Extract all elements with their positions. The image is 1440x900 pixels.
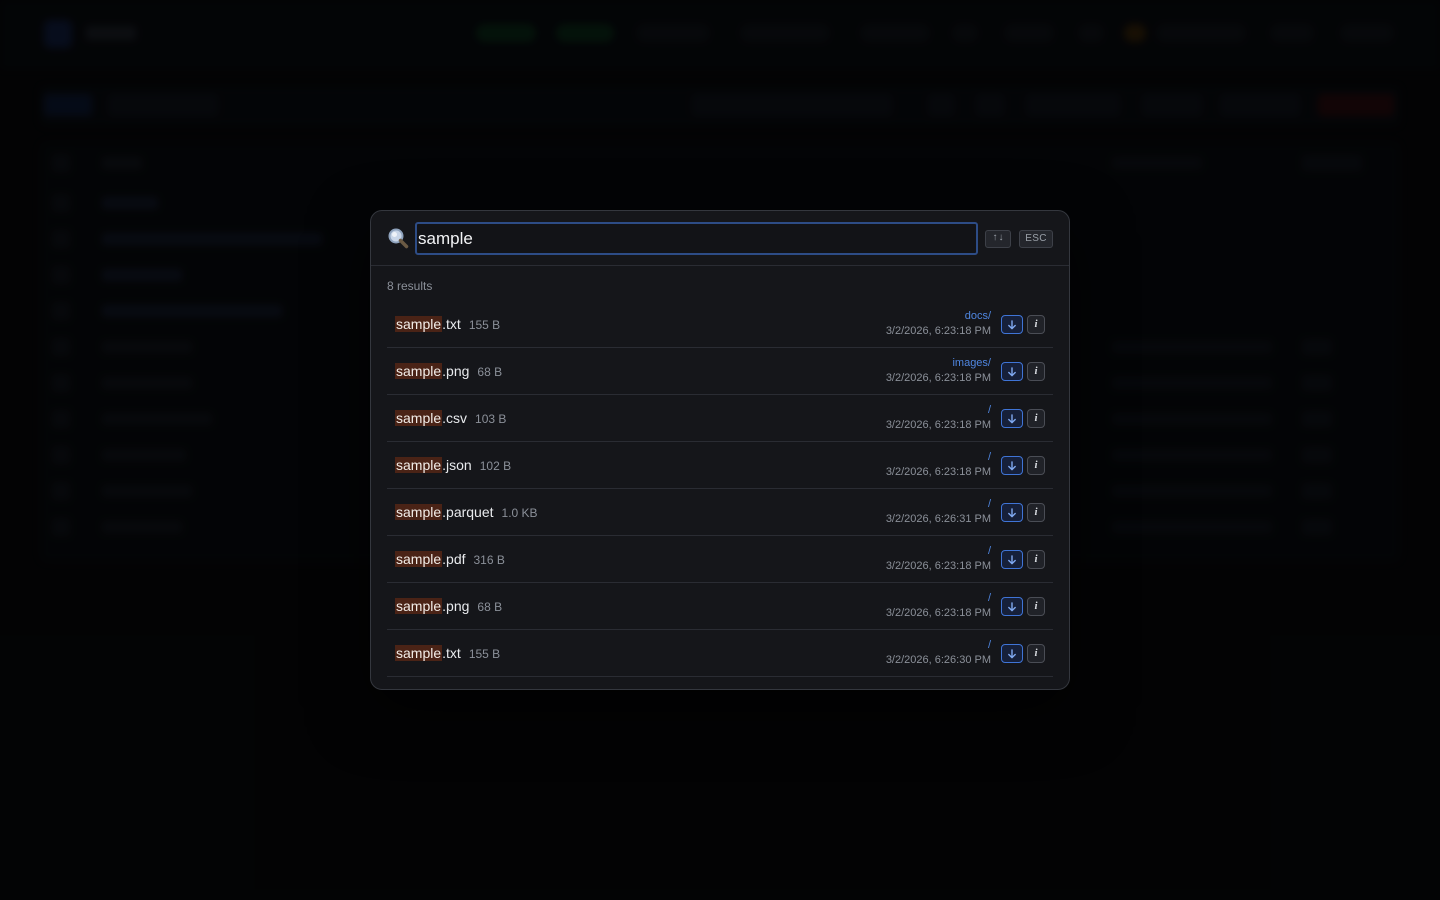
folder-path-link[interactable]: images/ bbox=[952, 357, 991, 369]
download-button[interactable] bbox=[1001, 315, 1023, 334]
filename-rest: .txt bbox=[442, 316, 461, 332]
match-highlight: sample bbox=[395, 410, 443, 426]
result-filename[interactable]: sample.png 68 B bbox=[395, 363, 502, 379]
search-icon bbox=[387, 227, 409, 249]
folder-path-link[interactable]: / bbox=[988, 451, 991, 463]
folder-path-link[interactable]: / bbox=[988, 545, 991, 557]
info-button[interactable]: i bbox=[1027, 644, 1045, 663]
match-highlight: sample bbox=[395, 504, 443, 520]
file-size: 102 B bbox=[479, 459, 512, 473]
search-input[interactable] bbox=[415, 222, 978, 255]
results-list: sample.txt 155 Bdocs/3/2/2026, 6:23:18 PM… bbox=[387, 301, 1053, 677]
download-icon bbox=[1008, 413, 1016, 423]
modified-date: 3/2/2026, 6:26:31 PM bbox=[885, 513, 991, 525]
result-filename[interactable]: sample.parquet 1.0 KB bbox=[395, 504, 538, 520]
file-size: 1.0 KB bbox=[501, 506, 538, 520]
result-filename[interactable]: sample.csv 103 B bbox=[395, 410, 506, 426]
download-button[interactable] bbox=[1001, 456, 1023, 475]
escape-key-hint[interactable]: ESC bbox=[1019, 230, 1053, 248]
result-filename[interactable]: sample.png 68 B bbox=[395, 598, 502, 614]
result-row[interactable]: sample.png 68 B / 3/2/2026, 6:23:18 PM i bbox=[387, 583, 1053, 630]
info-icon: i bbox=[1034, 506, 1038, 518]
results-count: 8 results bbox=[387, 279, 432, 293]
info-icon: i bbox=[1034, 647, 1038, 659]
match-highlight: sample bbox=[395, 645, 443, 661]
file-size: 155 B bbox=[468, 318, 501, 332]
folder-path-link[interactable]: / bbox=[988, 498, 991, 510]
match-highlight: sample bbox=[395, 598, 443, 614]
info-button[interactable]: i bbox=[1027, 362, 1045, 381]
match-highlight: sample bbox=[395, 551, 443, 567]
info-button[interactable]: i bbox=[1027, 550, 1045, 569]
info-icon: i bbox=[1034, 459, 1038, 471]
download-button[interactable] bbox=[1001, 597, 1023, 616]
file-size: 68 B bbox=[477, 365, 503, 379]
result-row[interactable]: sample.parquet 1.0 KB / 3/2/2026, 6:26:31 P… bbox=[387, 489, 1053, 536]
download-button[interactable] bbox=[1001, 550, 1023, 569]
search-dialog: ↑↓ ESC 8 results sample.txt155 Bdocs/3/2… bbox=[370, 210, 1070, 690]
result-row[interactable]: sample.csv 103 B / 3/2/2026, 6:23:18 PM i bbox=[387, 395, 1053, 442]
download-button[interactable] bbox=[1001, 409, 1023, 428]
modified-date: 3/2/2026, 6:23:18 PM bbox=[885, 372, 991, 384]
modified-date: 3/2/2026, 6:23:18 PM bbox=[885, 419, 991, 431]
file-size: 68 B bbox=[477, 600, 503, 614]
info-button[interactable]: i bbox=[1027, 503, 1045, 522]
filename-rest: .pdf bbox=[442, 551, 466, 567]
folder-path-link[interactable]: / bbox=[988, 592, 991, 604]
info-button[interactable]: i bbox=[1027, 456, 1045, 475]
result-filename[interactable]: sample.pdf 316 B bbox=[395, 551, 505, 567]
result-row[interactable]: sample.pdf 316 B / 3/2/2026, 6:23:18 PM i bbox=[387, 536, 1053, 583]
modified-date: 3/2/2026, 6:23:18 PM bbox=[885, 560, 991, 572]
download-icon bbox=[1008, 601, 1016, 611]
info-button[interactable]: i bbox=[1027, 315, 1045, 334]
filename-rest: .png bbox=[442, 363, 470, 379]
info-icon: i bbox=[1034, 553, 1038, 565]
download-icon bbox=[1008, 319, 1016, 329]
info-icon: i bbox=[1034, 318, 1038, 330]
info-icon: i bbox=[1034, 412, 1038, 424]
result-row[interactable]: sample.json 102 B / 3/2/2026, 6:23:18 PM i bbox=[387, 442, 1053, 489]
download-icon bbox=[1008, 366, 1016, 376]
modified-date: 3/2/2026, 6:23:18 PM bbox=[885, 325, 991, 337]
match-highlight: sample bbox=[395, 363, 443, 379]
info-icon: i bbox=[1034, 600, 1038, 612]
download-icon bbox=[1008, 507, 1016, 517]
search-bar: ↑↓ ESC bbox=[371, 211, 1069, 266]
sort-toggle-button[interactable]: ↑↓ bbox=[985, 230, 1011, 248]
modified-date: 3/2/2026, 6:23:18 PM bbox=[885, 466, 991, 478]
folder-path-link[interactable]: / bbox=[988, 404, 991, 416]
download-icon bbox=[1008, 554, 1016, 564]
result-row[interactable]: sample.txt 155 B docs/3/2/2026, 6:23:18 PM… bbox=[387, 301, 1053, 348]
folder-path-link[interactable]: docs/ bbox=[965, 310, 991, 322]
modified-date: 3/2/2026, 6:26:30 PM bbox=[885, 654, 991, 666]
download-button[interactable] bbox=[1001, 503, 1023, 522]
match-highlight: sample bbox=[395, 457, 443, 473]
filename-rest: .csv bbox=[442, 410, 468, 426]
filename-rest: .txt bbox=[442, 645, 461, 661]
info-button[interactable]: i bbox=[1027, 597, 1045, 616]
file-size: 155 B bbox=[468, 647, 501, 661]
result-filename[interactable]: sample.txt 155 B bbox=[395, 645, 500, 661]
info-icon: i bbox=[1034, 365, 1038, 377]
result-filename[interactable]: sample.json 102 B bbox=[395, 457, 511, 473]
results-count-label: 8 results bbox=[387, 279, 433, 293]
result-row[interactable]: sample.png 68 B images/3/2/2026, 6:23:18 P… bbox=[387, 348, 1053, 395]
download-button[interactable] bbox=[1001, 644, 1023, 663]
download-icon bbox=[1008, 648, 1016, 658]
filename-rest: .png bbox=[442, 598, 470, 614]
match-highlight: sample bbox=[395, 316, 443, 332]
modified-date: 3/2/2026, 6:23:18 PM bbox=[885, 607, 991, 619]
filename-rest: .parquet bbox=[442, 504, 494, 520]
folder-path-link[interactable]: / bbox=[988, 639, 991, 651]
filename-rest: .json bbox=[442, 457, 472, 473]
file-size: 103 B bbox=[475, 412, 507, 426]
download-icon bbox=[1008, 460, 1016, 470]
download-button[interactable] bbox=[1001, 362, 1023, 381]
result-filename[interactable]: sample.txt 155 B bbox=[395, 316, 500, 332]
file-size: 316 B bbox=[473, 553, 505, 567]
info-button[interactable]: i bbox=[1027, 409, 1045, 428]
result-row[interactable]: sample.txt 155 B / 3/2/2026, 6:26:30 PM i bbox=[387, 630, 1053, 677]
